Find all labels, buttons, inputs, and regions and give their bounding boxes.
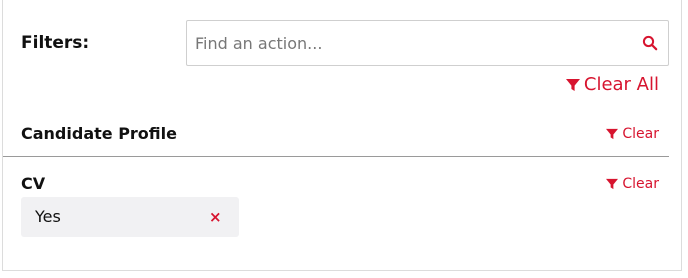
funnel-icon: [565, 78, 580, 91]
clear-all-label: Clear All: [583, 74, 659, 95]
clear-label: Clear: [622, 126, 659, 142]
clear-all-button[interactable]: Clear All: [565, 74, 659, 95]
section-title-cv: CV: [21, 174, 46, 193]
search-icon[interactable]: [642, 35, 658, 51]
funnel-icon: [606, 128, 619, 140]
clear-candidate-profile-button[interactable]: Clear: [606, 126, 659, 142]
filter-chip: Yes ×: [21, 197, 239, 237]
filters-label: Filters:: [21, 33, 90, 53]
close-icon[interactable]: ×: [209, 208, 222, 226]
search-box[interactable]: [186, 20, 669, 66]
funnel-icon: [606, 178, 619, 190]
chip-label: Yes: [35, 207, 61, 226]
clear-label: Clear: [622, 176, 659, 192]
search-input[interactable]: [195, 28, 615, 58]
clear-cv-button[interactable]: Clear: [606, 176, 659, 192]
section-title-candidate-profile: Candidate Profile: [21, 124, 177, 143]
section-divider: [3, 156, 669, 157]
filters-panel: Filters: Clear All Candidate Profile Cle…: [2, 0, 682, 271]
